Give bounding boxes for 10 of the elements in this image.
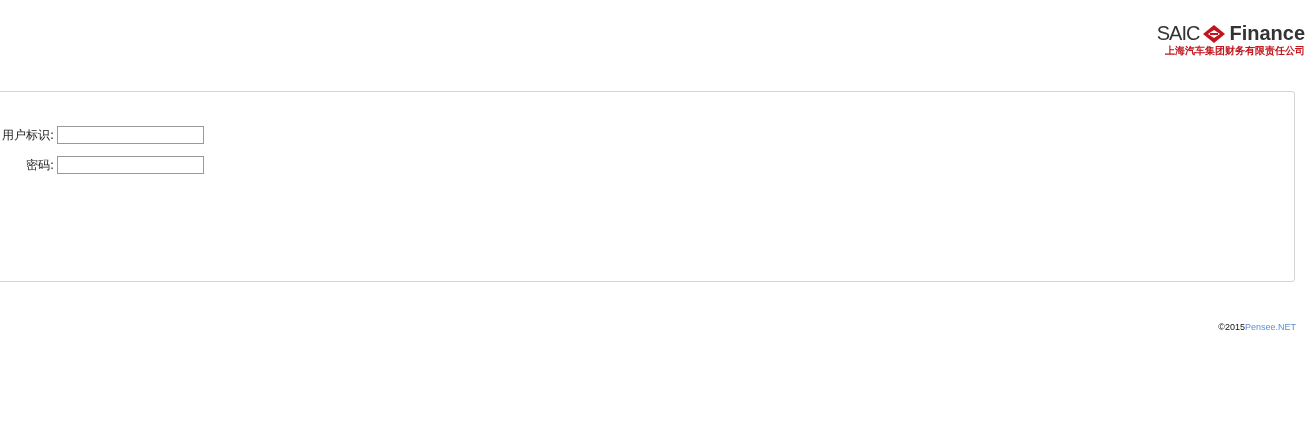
input-field[interactable]: [57, 126, 204, 144]
input-field[interactable]: [57, 156, 204, 174]
field-label: 密码:: [24, 156, 54, 174]
logo-name: Finance: [1229, 22, 1305, 45]
logo-icon: [1202, 23, 1227, 44]
logo-subtitle: 上海汽车集团财务有限责任公司: [1165, 45, 1305, 57]
logo-brand: SAIC: [1156, 22, 1200, 45]
field-label: 用户标识:: [0, 126, 54, 144]
footer-link[interactable]: Pensee.NET: [1244, 322, 1296, 332]
copyright-text: ©2015: [1218, 322, 1245, 332]
